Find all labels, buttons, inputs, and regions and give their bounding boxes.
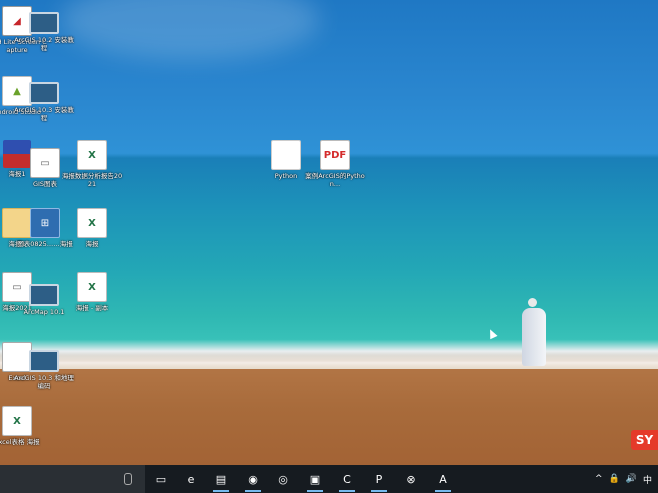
xls3-icon: X	[77, 272, 107, 302]
person-robe	[522, 308, 546, 366]
arcmap-icon[interactable]: ▣	[304, 469, 326, 492]
walking-person	[516, 298, 552, 376]
chrome-icon[interactable]: ◎	[272, 469, 294, 489]
desktop-icon-xls4[interactable]: X Excel表格 海报	[0, 406, 48, 446]
desktop-icon-label: 案例ArcGIS的Python…	[305, 172, 365, 188]
desktop-icon-label: 海报数据分析报告2021	[61, 172, 123, 188]
capture-icon[interactable]: C	[336, 469, 358, 492]
taskbar-search-box[interactable]	[0, 465, 145, 493]
ime-indicator[interactable]: 中	[643, 473, 652, 486]
desktop-icon-label: 海报	[85, 240, 99, 248]
search-app-icon[interactable]: ◉	[242, 469, 264, 492]
desktop-icon-xls2[interactable]: X 海报	[61, 208, 123, 248]
map-icon: ⊞	[30, 208, 60, 238]
edge-icon[interactable]: e	[180, 469, 202, 489]
system-tray: ^ 🔒 🔊 中	[595, 465, 658, 493]
desktop-icon-label: ArcGIS 10.3 安装教程	[14, 106, 74, 122]
pdf1-icon: PDF	[320, 140, 350, 170]
xls1-icon: X	[77, 140, 107, 170]
desktop-icon-arcgis2[interactable]: ArcGIS 10.3 安装教程	[13, 82, 75, 122]
volume-icon[interactable]: 🔊	[626, 474, 637, 484]
acrobat-icon[interactable]: A	[432, 469, 454, 492]
xls2-icon: X	[77, 208, 107, 238]
desktop-icon-label: ArcGIS 10.3 和地理编码	[14, 374, 74, 390]
gisimg-icon: ▭	[30, 148, 60, 178]
task-view-icon[interactable]: ▭	[150, 469, 172, 489]
desktop-icon-label: 海报 - 副本	[75, 304, 109, 312]
wps-icon[interactable]: P	[368, 469, 390, 492]
mouse-cursor-icon	[486, 327, 498, 340]
arcgis3-icon	[29, 284, 59, 306]
xls4-icon: X	[2, 406, 32, 436]
desktop-icon-arcgis1[interactable]: ArcGIS 10.2 安装教程	[13, 12, 75, 52]
desktop-icon-label: Excel表格 海报	[0, 438, 40, 446]
tray-chevron-icon[interactable]: ^	[595, 474, 603, 484]
arcgis1-icon	[29, 12, 59, 34]
microphone-icon[interactable]	[124, 473, 132, 485]
file-explorer-icon[interactable]: ▤	[210, 469, 232, 492]
python-icon	[271, 140, 301, 170]
desktop-icon-label: ArcGIS 10.2 安装教程	[14, 36, 74, 52]
arcgis2-icon	[29, 82, 59, 104]
arcgis4-icon	[29, 350, 59, 372]
desktop-icon-arcgis4[interactable]: ArcGIS 10.3 和地理编码	[13, 350, 75, 390]
watermark-logo: SY	[631, 430, 658, 450]
desktop-icon-pdf1[interactable]: PDF 案例ArcGIS的Python…	[304, 140, 366, 188]
taskbar: ▭ e ▤ ◉ ◎ ▣ C P ⊗ A ^ 🔒 🔊 中	[0, 465, 658, 493]
lock-icon[interactable]: 🔒	[609, 474, 620, 484]
desktop-background: ◢NCH Lite Screen CaptureArcGIS 10.2 安装教程…	[0, 0, 658, 465]
xbox-icon[interactable]: ⊗	[400, 469, 422, 489]
sky-haze	[60, 0, 320, 60]
shore-foam	[0, 355, 658, 369]
desktop-icon-xls1[interactable]: X 海报数据分析报告2021	[61, 140, 123, 188]
desktop-icon-xls3[interactable]: X 海报 - 副本	[61, 272, 123, 312]
person-head	[528, 298, 537, 307]
